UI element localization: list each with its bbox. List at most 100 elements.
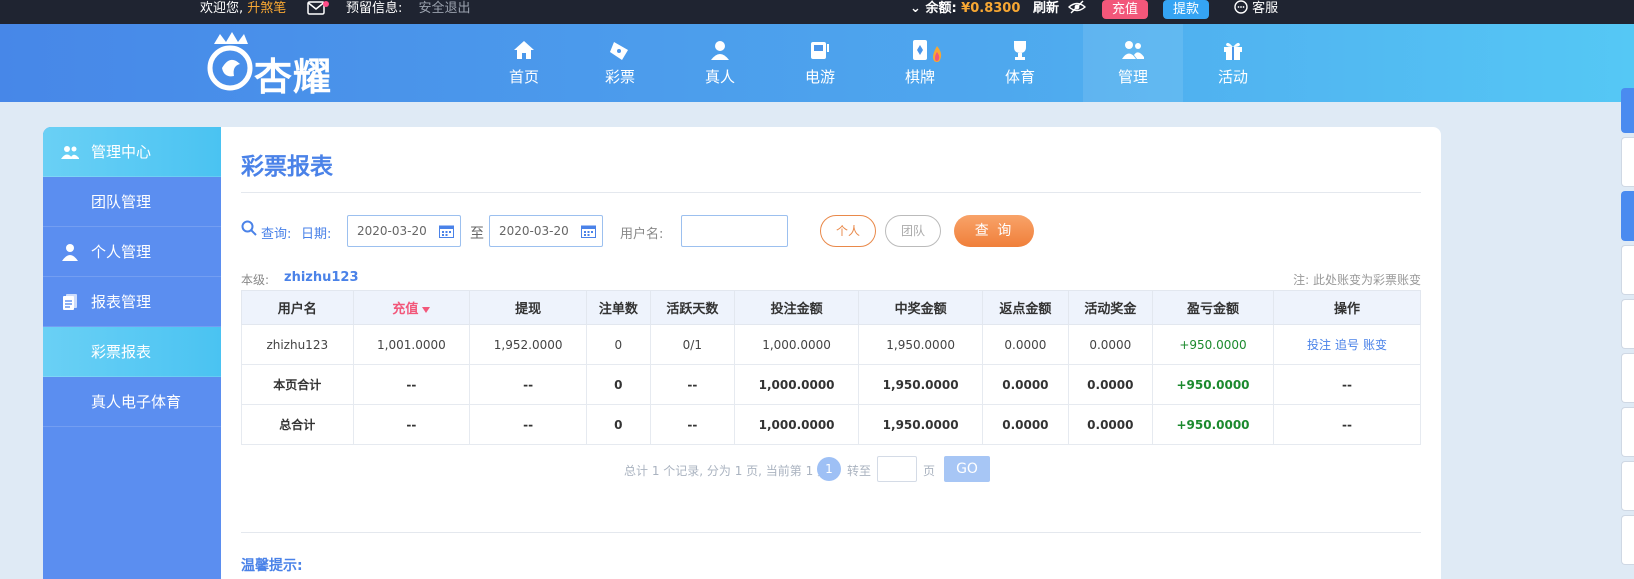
cell-active-days: 0/1: [649, 324, 736, 365]
pager-goto-input[interactable]: [877, 456, 917, 482]
cell-withdraw: --: [469, 404, 588, 445]
pager-go-button[interactable]: GO: [944, 456, 990, 482]
chevron-down-icon: ⌄: [910, 1, 921, 16]
pager-goto-label: 转至: [847, 464, 872, 478]
sidebar-label: 个人管理: [91, 243, 152, 261]
sort-desc-icon: [422, 306, 431, 313]
calendar-icon[interactable]: [581, 224, 596, 238]
recharge-button[interactable]: 充值: [1102, 0, 1149, 19]
date-to-input[interactable]: 2020-03-20: [489, 215, 603, 247]
refresh-link[interactable]: 刷新: [1033, 0, 1059, 24]
table-row-page-total: 本页合计 -- -- 0 -- 1,000.0000 1,950.0000 0.…: [241, 364, 1422, 405]
table-row: zhizhu123 1,001.0000 1,952.0000 0 0/1 1,…: [241, 324, 1422, 365]
sidebar-item-management-center[interactable]: 管理中心: [43, 127, 221, 177]
nav-lottery[interactable]: 彩票: [570, 24, 670, 102]
pager-current-page[interactable]: 1: [817, 457, 841, 481]
users-icon: [61, 146, 79, 159]
user-icon: [62, 244, 78, 261]
unread-dot: [323, 1, 329, 7]
divider: [241, 532, 1421, 533]
nav-label: 首页: [508, 68, 539, 86]
chase-records-link[interactable]: 追号: [1335, 338, 1359, 352]
sidebar-item-lottery-report[interactable]: 彩票报表: [43, 327, 221, 377]
nav-sports[interactable]: 体育: [970, 24, 1070, 102]
balance[interactable]: ⌄ 余额: ¥0.8300: [910, 0, 1020, 24]
chat-icon: [1234, 0, 1248, 14]
query-label: 查询:: [261, 227, 292, 242]
card-game-icon: [913, 40, 927, 60]
nav-manage[interactable]: 管理: [1083, 24, 1183, 102]
nav-events[interactable]: 活动: [1183, 24, 1283, 102]
pager-unit-label: 页: [923, 464, 936, 478]
cell-active-days: --: [649, 364, 736, 405]
col-header-withdraw: 提现: [469, 290, 588, 325]
customer-service-link[interactable]: 客服: [1234, 0, 1278, 24]
sidebar: 管理中心 团队管理 个人管理 报表管理 彩票报表 真人电子体育: [43, 127, 221, 579]
top-bar: 欢迎您, 升煞笔 预留信息: 安全退出 ⌄ 余额: ¥0.8300 刷新 充值 …: [0, 0, 1634, 24]
float-toolbar-item-active[interactable]: [1621, 191, 1634, 241]
nav-slots[interactable]: 电游: [770, 24, 870, 102]
personal-toggle[interactable]: 个人: [820, 215, 876, 247]
sidebar-item-report-management[interactable]: 报表管理: [43, 277, 221, 327]
col-header-recharge[interactable]: 充值: [352, 290, 471, 325]
nav-label: 活动: [1217, 68, 1248, 86]
mail-icon[interactable]: [307, 1, 329, 25]
sidebar-item-team-management[interactable]: 团队管理: [43, 177, 221, 227]
withdraw-button[interactable]: 提款: [1163, 0, 1210, 19]
account-changes-link[interactable]: 账变: [1363, 338, 1387, 352]
username-input[interactable]: [681, 215, 788, 247]
cell-recharge: --: [352, 404, 471, 445]
calendar-icon[interactable]: [439, 224, 454, 238]
nav-live[interactable]: 真人: [670, 24, 770, 102]
col-header-rebate: 返点金额: [982, 290, 1069, 325]
welcome-text: 欢迎您, 升煞笔: [200, 0, 286, 24]
team-toggle[interactable]: 团队: [885, 215, 941, 247]
level-username[interactable]: zhizhu123: [284, 270, 359, 285]
date-from-input[interactable]: 2020-03-20: [347, 215, 461, 247]
nav-label: 体育: [1004, 68, 1035, 86]
trophy-icon: [1014, 41, 1026, 60]
cell-bonus: 0.0000: [1067, 364, 1154, 405]
col-header-profit: 盈亏金额: [1152, 290, 1274, 325]
date-from-value: 2020-03-20: [357, 224, 427, 238]
float-toolbar-item[interactable]: [1621, 353, 1634, 403]
float-toolbar-item[interactable]: [1621, 407, 1634, 457]
cell-actions: --: [1272, 364, 1422, 405]
cell-actions: --: [1272, 404, 1422, 445]
cell-bet-amount: 1,000.0000: [734, 404, 860, 445]
site-logo[interactable]: 杏耀: [204, 30, 354, 99]
float-toolbar-item[interactable]: [1621, 461, 1634, 511]
nav-home[interactable]: 首页: [474, 24, 574, 102]
level-label: 本级:: [241, 273, 270, 287]
logout-link[interactable]: 安全退出: [419, 1, 471, 16]
gift-icon: [1224, 42, 1242, 60]
nav-cards[interactable]: 棋牌: [870, 24, 970, 102]
date-range-separator: 至: [470, 226, 484, 242]
sidebar-item-live-esports-report[interactable]: 真人电子体育: [43, 377, 221, 427]
users-icon: [1122, 41, 1144, 59]
welcome-label: 欢迎您,: [200, 1, 244, 16]
cell-bonus: 0.0000: [1067, 324, 1154, 365]
main-header: 杏耀 首页 彩票 真人 电游 棋牌 体育 管理 活动: [0, 24, 1634, 102]
float-toolbar-item[interactable]: [1621, 515, 1634, 565]
username-link[interactable]: 升煞笔: [247, 1, 286, 16]
cell-rebate: 0.0000: [982, 364, 1069, 405]
float-toolbar-item[interactable]: [1621, 299, 1634, 349]
cell-win-amount: 1,950.0000: [858, 364, 984, 405]
hide-eye-icon[interactable]: [1067, 0, 1087, 24]
home-icon: [514, 41, 534, 59]
bet-records-link[interactable]: 投注: [1307, 338, 1331, 352]
sidebar-item-personal-management[interactable]: 个人管理: [43, 227, 221, 277]
query-button[interactable]: 查 询: [954, 215, 1034, 247]
tips-title: 温馨提示:: [241, 558, 303, 574]
cell-rebate: 0.0000: [982, 404, 1069, 445]
sidebar-label: 管理中心: [91, 143, 152, 161]
float-toolbar-item[interactable]: [1621, 137, 1634, 187]
report-document-icon: [63, 294, 77, 310]
float-toolbar-item[interactable]: [1621, 245, 1634, 295]
cell-recharge: --: [352, 364, 471, 405]
balance-amount: ¥0.8300: [961, 1, 1021, 16]
hot-flame-icon: [933, 46, 942, 62]
float-toolbar-top[interactable]: [1621, 88, 1634, 133]
cell-bet-amount: 1,000.0000: [734, 324, 860, 365]
